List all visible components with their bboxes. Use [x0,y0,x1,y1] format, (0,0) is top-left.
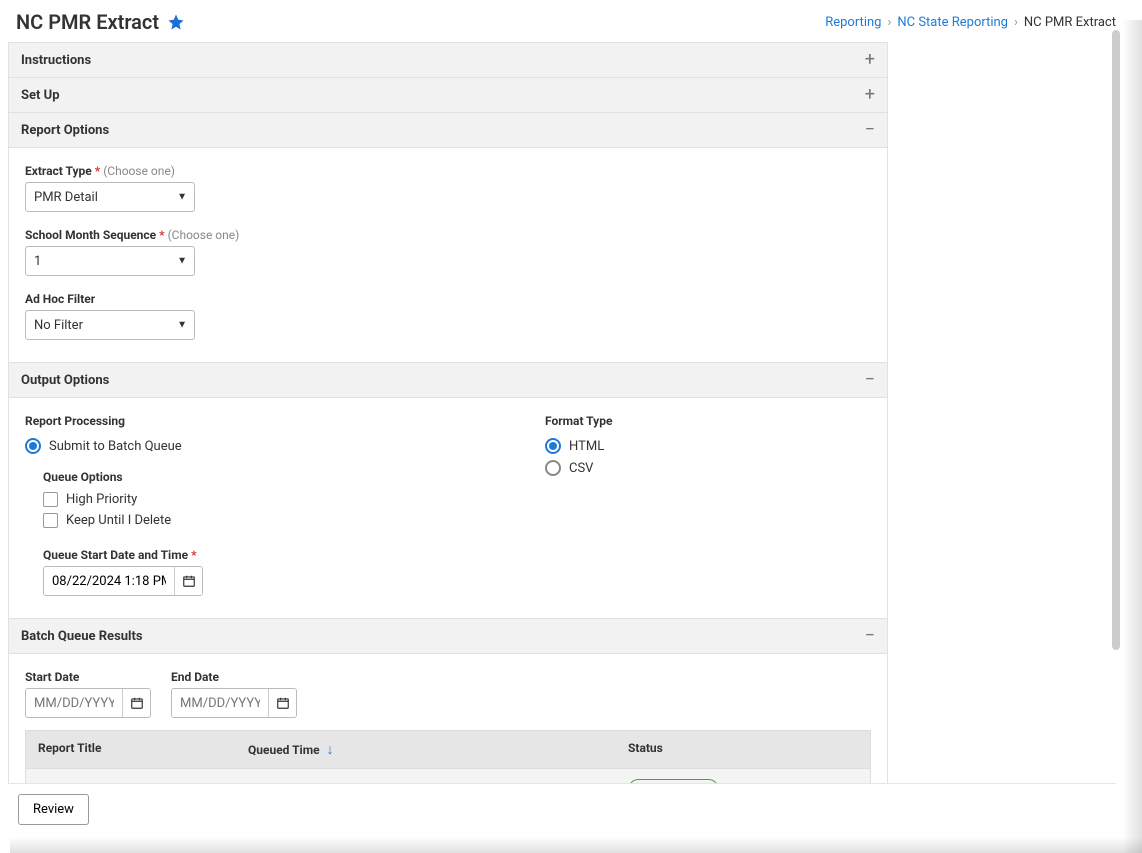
section-header-batch-queue[interactable]: Batch Queue Results − [8,619,888,654]
calendar-icon [182,574,196,588]
column-report-title[interactable]: Report Title [26,731,236,768]
breadcrumb-link-reporting[interactable]: Reporting [825,15,881,30]
report-processing-label: Report Processing [25,414,445,428]
radio-format-html[interactable]: HTML [545,438,612,454]
extract-type-select[interactable]: PMR Detail [25,182,195,212]
queue-options-label: Queue Options [43,470,445,484]
minus-icon: − [865,121,875,139]
breadcrumb-current: NC PMR Extract [1024,15,1116,30]
section-title: Instructions [21,53,91,68]
calendar-button[interactable] [122,689,150,717]
scrollbar[interactable] [1112,30,1120,650]
radio-submit-batch[interactable]: Submit to Batch Queue [25,438,445,454]
breadcrumb-link-nc-state[interactable]: NC State Reporting [897,15,1008,30]
checkbox-icon [43,492,58,507]
section-body-report-options: Extract Type * (Choose one) PMR Detail ▼ [8,148,888,363]
section-title: Batch Queue Results [21,629,143,644]
review-button[interactable]: Review [18,794,89,825]
sort-down-icon: ↓ [327,742,334,758]
calendar-button[interactable] [174,567,202,595]
format-type-label: Format Type [545,414,612,428]
adhoc-filter-label: Ad Hoc Filter [25,292,871,306]
section-title: Report Options [21,123,109,138]
page-title: NC PMR Extract [16,10,159,34]
chevron-right-icon: › [885,15,893,30]
section-header-instructions[interactable]: Instructions + [8,43,888,78]
section-title: Output Options [21,373,109,388]
section-title: Set Up [21,88,60,103]
calendar-button[interactable] [268,689,296,717]
queue-start-label: Queue Start Date and Time * [43,548,445,562]
plus-icon: + [865,51,875,69]
chevron-right-icon: › [1012,15,1020,30]
section-header-output-options[interactable]: Output Options − [8,363,888,398]
school-month-label: School Month Sequence * (Choose one) [25,228,871,242]
radio-icon [25,438,41,454]
section-body-output-options: Report Processing Submit to Batch Queue … [8,398,888,619]
table-header: Report Title Queued Time ↓ Status [25,730,871,769]
checkbox-icon [43,513,58,528]
start-date-input[interactable] [26,689,122,717]
minus-icon: − [865,371,875,389]
start-date-label: Start Date [25,670,151,684]
calendar-icon [130,696,144,710]
calendar-icon [276,696,290,710]
checkbox-keep-until-delete[interactable]: Keep Until I Delete [43,513,445,528]
section-header-setup[interactable]: Set Up + [8,78,888,113]
adhoc-filter-select[interactable]: No Filter [25,310,195,340]
breadcrumb: Reporting › NC State Reporting › NC PMR … [825,15,1116,30]
checkbox-high-priority[interactable]: High Priority [43,492,445,507]
end-date-input[interactable] [172,689,268,717]
column-queued-time[interactable]: Queued Time ↓ [236,731,616,768]
end-date-label: End Date [171,670,297,684]
school-month-select[interactable]: 1 [25,246,195,276]
footer-bar: Review [8,783,1116,835]
radio-format-csv[interactable]: CSV [545,460,612,476]
extract-type-label: Extract Type * (Choose one) [25,164,871,178]
radio-icon [545,438,561,454]
queue-start-input[interactable] [44,567,174,595]
column-status[interactable]: Status [616,731,834,768]
section-header-report-options[interactable]: Report Options − [8,113,888,148]
plus-icon: + [865,86,875,104]
radio-icon [545,460,561,476]
star-icon[interactable] [167,13,185,31]
minus-icon: − [865,627,875,645]
